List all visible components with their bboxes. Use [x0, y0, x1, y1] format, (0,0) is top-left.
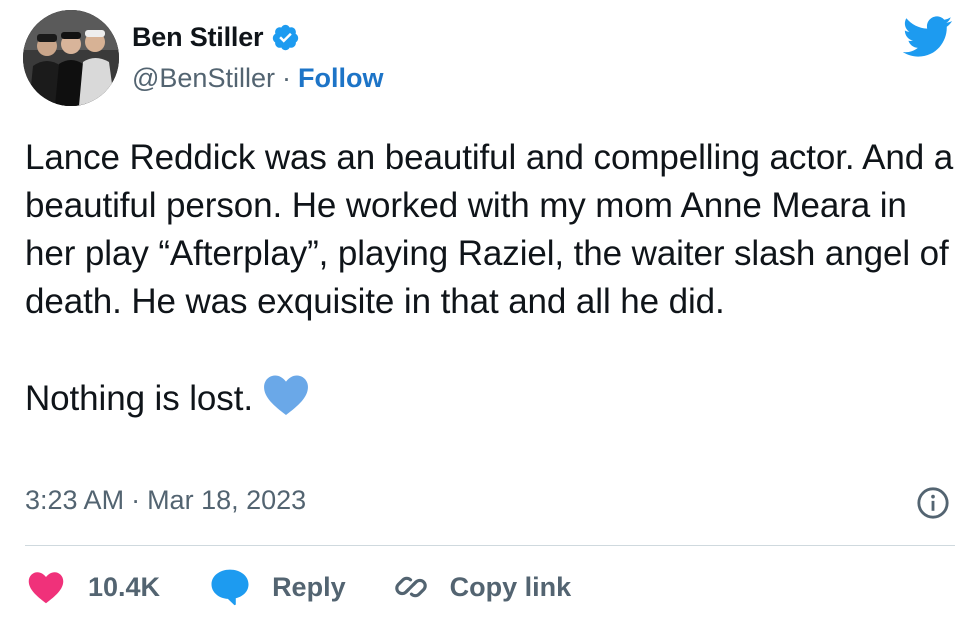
author-name-row: Ben Stiller [132, 22, 300, 53]
timestamp-separator: · [131, 485, 141, 515]
info-icon[interactable] [916, 486, 950, 520]
avatar-photo [23, 10, 119, 106]
handle-separator: · [281, 63, 291, 93]
tweet-card: Ben Stiller @BenStiller · Follow Lance R… [0, 0, 980, 618]
twitter-bird-icon[interactable] [903, 16, 953, 58]
tweet-actions: 10.4K Reply Copy link [28, 563, 571, 611]
avatar[interactable] [23, 10, 119, 106]
display-name[interactable]: Ben Stiller [132, 22, 264, 53]
tweet-paragraph-2-text: Nothing is lost. [25, 379, 253, 418]
copy-link-button[interactable]: Copy link [392, 568, 572, 606]
follow-link[interactable]: Follow [298, 63, 383, 94]
like-count: 10.4K [88, 571, 161, 602]
tweet-paragraph-1: Lance Reddick was an beautiful and compe… [25, 138, 954, 321]
tweet-date: Mar 18, 2023 [147, 485, 307, 515]
heart-icon [28, 571, 64, 603]
timestamp[interactable]: 3:23 AM · Mar 18, 2023 [25, 485, 306, 516]
tweet-time: 3:23 AM [25, 485, 125, 515]
copy-link-label: Copy link [449, 571, 572, 602]
tweet-paragraph-2: Nothing is lost. [25, 374, 965, 423]
link-icon [394, 576, 427, 598]
divider [25, 545, 955, 546]
handle[interactable]: @BenStiller [132, 63, 275, 94]
handle-row: @BenStiller · Follow [132, 63, 383, 94]
reply-bubble-icon [211, 569, 249, 606]
reply-label: Reply [272, 571, 346, 602]
like-button[interactable]: 10.4K [28, 571, 160, 604]
verified-badge-icon [273, 24, 299, 51]
blue-heart-emoji-icon [263, 375, 308, 416]
tweet-text: Lance Reddick was an beautiful and compe… [25, 134, 965, 423]
reply-button[interactable]: Reply [210, 568, 346, 606]
